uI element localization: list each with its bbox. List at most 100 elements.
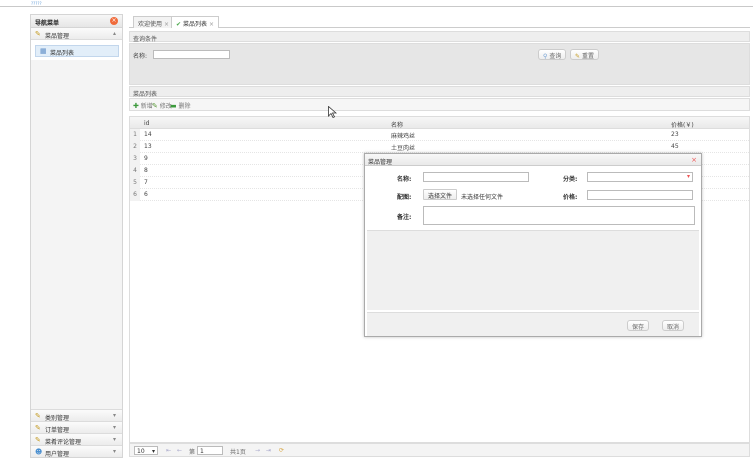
- check-icon: ✔: [176, 21, 182, 28]
- reset-button-label: 重置: [581, 53, 594, 60]
- app-window: ????? 导航菜单 × ✎ 菜品管理 ▴ ▦ 菜品列表 ✎ 类别管理 ▾ ✎: [0, 0, 753, 467]
- chevron-down-icon: ▾: [112, 424, 116, 431]
- column-header-price[interactable]: 价格(￥): [671, 120, 694, 129]
- query-button[interactable]: ⚲ 查询: [538, 49, 567, 60]
- chevron-down-icon: ▾: [151, 448, 155, 455]
- category-select[interactable]: ▾: [587, 172, 693, 182]
- first-page-icon[interactable]: ⇤: [166, 447, 171, 454]
- sidebar-section-orders[interactable]: ✎ 订单管理 ▾: [31, 421, 122, 434]
- choose-file-button[interactable]: 选择文件: [423, 189, 458, 200]
- sidebar-section-label: 菜品管理: [45, 33, 70, 40]
- delete-button[interactable]: ▬ 删除: [170, 101, 191, 110]
- dialog-header: 菜品管理 ×: [365, 154, 701, 166]
- row-number: 5: [130, 177, 140, 189]
- sidebar-section-label: 用户管理: [45, 451, 70, 458]
- chevron-up-icon: ▴: [112, 30, 116, 37]
- cell-id: 13: [144, 143, 152, 150]
- search-panel-title: 查询条件: [133, 36, 158, 43]
- table-row[interactable]: 2 13 土豆肉丝 45: [130, 141, 749, 153]
- note-label: 备注:: [397, 214, 412, 221]
- chevron-down-icon: ▾: [112, 436, 116, 443]
- pagination-bar: 10 ▾ ⇤ ← 第 1 共1页 → ⇥ ⟳: [129, 443, 750, 457]
- sidebar-section-comments[interactable]: ✎ 菜肴评论管理 ▾: [31, 433, 122, 446]
- dialog-title: 菜品管理: [368, 159, 393, 166]
- total-pages: 共1页: [230, 449, 246, 456]
- page-size-select[interactable]: 10 ▾: [134, 446, 158, 455]
- cancel-button[interactable]: 取消: [662, 320, 685, 331]
- list-toolbar: ✚ 新增 ✎ 修改 ▬ 删除: [129, 98, 750, 111]
- cell-name: 麻辣鸡丝: [391, 133, 416, 140]
- note-textarea[interactable]: [423, 206, 695, 225]
- sidebar-section-category[interactable]: ✎ 类别管理 ▾: [31, 409, 122, 422]
- cell-id: 8: [144, 167, 148, 174]
- last-page-icon[interactable]: ⇥: [266, 447, 271, 454]
- tab-dish-list[interactable]: ✔ 菜品列表 ×: [171, 16, 219, 28]
- save-button-label: 保存: [632, 324, 645, 331]
- add-button[interactable]: ✚ 新增: [133, 101, 153, 110]
- row-number: 4: [130, 165, 140, 177]
- sidebar-section-dishes[interactable]: ✎ 菜品管理 ▴: [31, 28, 122, 40]
- name-label: 名称:: [397, 176, 412, 183]
- cell-id: 14: [144, 131, 152, 138]
- refresh-icon[interactable]: ⟳: [279, 447, 284, 454]
- column-header-id[interactable]: id: [144, 120, 149, 127]
- delete-icon: ▬: [170, 102, 177, 110]
- add-icon: ✚: [133, 102, 139, 110]
- reset-button[interactable]: ✎ 重置: [570, 49, 599, 60]
- row-number: 2: [130, 141, 140, 153]
- query-button-label: 查询: [549, 53, 562, 60]
- wrench-icon: ✎: [35, 424, 41, 432]
- user-icon: ☻: [35, 448, 43, 456]
- image-label: 配图:: [397, 194, 412, 201]
- sidebar: 导航菜单 × ✎ 菜品管理 ▴ ▦ 菜品列表 ✎ 类别管理 ▾ ✎ 订单管理 ▾: [30, 14, 123, 458]
- sidebar-section-body: ▦ 菜品列表: [31, 40, 122, 60]
- sidebar-bottom-sections: ✎ 类别管理 ▾ ✎ 订单管理 ▾ ✎ 菜肴评论管理 ▾ ☻ 用户管理 ▾: [31, 409, 122, 458]
- mouse-cursor-icon: [328, 106, 337, 118]
- wrench-icon: ✎: [35, 412, 41, 420]
- close-icon[interactable]: ×: [164, 21, 169, 28]
- page-number-value: 1: [200, 448, 204, 455]
- tab-welcome[interactable]: 欢迎使用 ×: [133, 16, 175, 28]
- top-bar: ?????: [0, 0, 753, 7]
- close-icon[interactable]: ×: [209, 21, 214, 28]
- wrench-icon: ✎: [575, 53, 581, 60]
- save-button[interactable]: 保存: [627, 320, 650, 331]
- sidebar-item-dish-list[interactable]: ▦ 菜品列表: [35, 45, 119, 57]
- sidebar-title: 导航菜单: [35, 20, 60, 27]
- row-number: 6: [130, 189, 140, 201]
- no-file-text: 未选择任何文件: [461, 194, 504, 201]
- search-icon: ⚲: [543, 53, 548, 60]
- category-label: 分类:: [563, 176, 578, 183]
- wrench-icon: ✎: [35, 436, 41, 444]
- delete-button-label: 删除: [178, 103, 191, 110]
- cell-price: 45: [671, 143, 679, 150]
- cell-name: 土豆肉丝: [391, 145, 416, 152]
- cell-id: 9: [144, 155, 148, 162]
- price-field[interactable]: [587, 190, 693, 200]
- close-icon[interactable]: ×: [110, 17, 118, 25]
- search-name-input[interactable]: [153, 50, 230, 59]
- page-number-input[interactable]: 1: [197, 446, 223, 455]
- table-row[interactable]: 1 14 麻辣鸡丝 23: [130, 129, 749, 141]
- tab-label: 菜品列表: [182, 21, 207, 28]
- name-field[interactable]: [423, 172, 529, 182]
- dialog-footer: 保存 取消: [367, 312, 699, 336]
- cancel-button-label: 取消: [667, 324, 680, 331]
- row-number: 3: [130, 153, 140, 165]
- prev-page-icon[interactable]: ←: [177, 447, 182, 454]
- search-panel-header: 查询条件: [129, 31, 750, 43]
- sidebar-item-label: 菜品列表: [50, 50, 75, 57]
- edit-button[interactable]: ✎ 修改: [152, 101, 172, 110]
- pencil-icon: ✎: [152, 102, 158, 110]
- wrench-icon: ✎: [35, 30, 41, 38]
- list-panel-header: 菜品列表: [129, 86, 750, 98]
- close-icon[interactable]: ×: [691, 156, 697, 164]
- cell-id: 6: [144, 191, 148, 198]
- column-header-name[interactable]: 名称: [391, 120, 403, 129]
- list-icon: ▦: [40, 47, 47, 55]
- next-page-icon[interactable]: →: [255, 447, 260, 454]
- name-label: 名称:: [133, 53, 148, 60]
- row-number: 1: [130, 129, 140, 141]
- sidebar-section-users[interactable]: ☻ 用户管理 ▾: [31, 445, 122, 458]
- dialog-body: 名称: 分类: ▾ 配图: 选择文件 未选择任何文件 价格: 备注:: [367, 168, 699, 310]
